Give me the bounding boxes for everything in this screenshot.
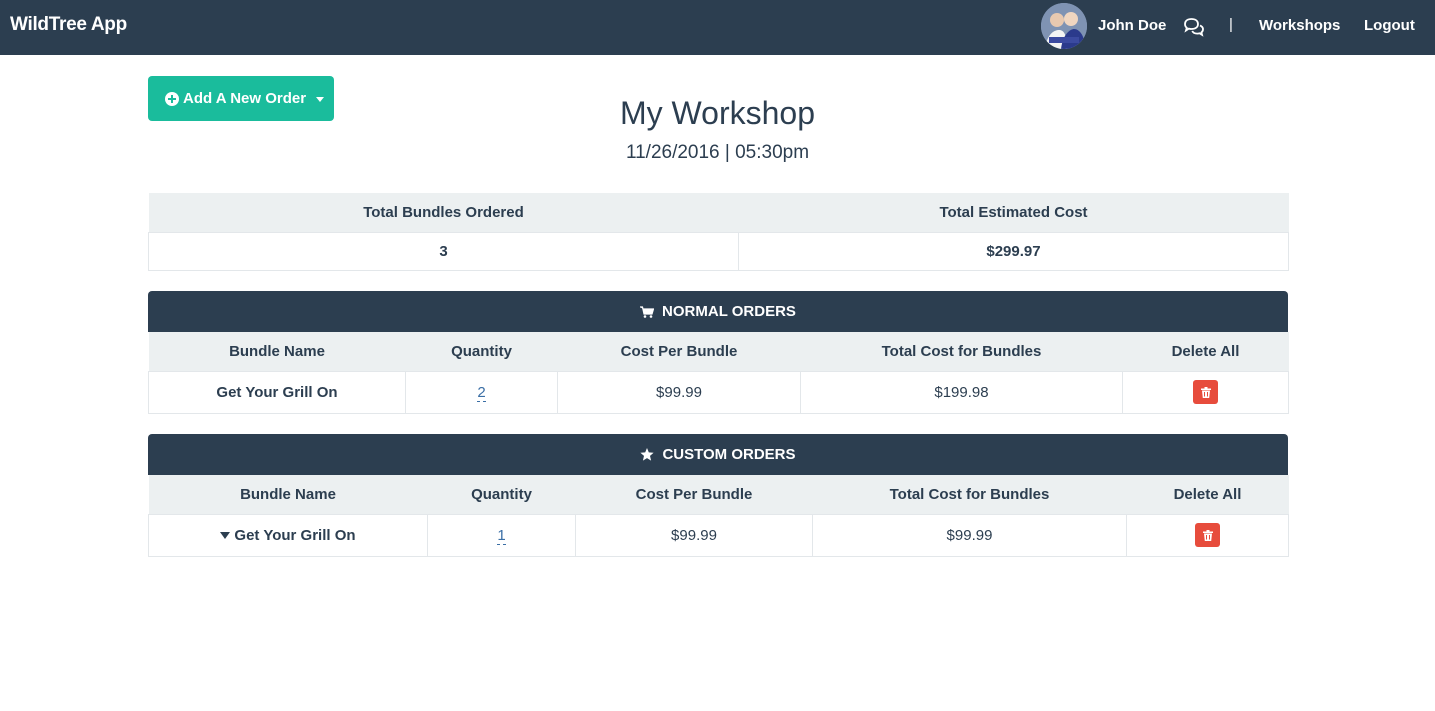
nav-workshops-link[interactable]: Workshops	[1259, 17, 1340, 34]
cost-per-bundle: $99.99	[557, 370, 801, 414]
page-subtitle: 11/26/2016 | 05:30pm	[625, 142, 810, 163]
total-bundles-value: 3	[148, 231, 739, 271]
expand-caret-icon[interactable]	[220, 532, 231, 540]
bundle-name-cell[interactable]: Get Your Grill On	[148, 513, 428, 557]
col-bundle-name: Bundle Name	[148, 332, 406, 371]
table-row: Get Your Grill On 2 $99.99 $199.98	[148, 370, 1289, 414]
col-quantity: Quantity	[427, 475, 576, 514]
summary-table: Total Bundles Ordered Total Estimated Co…	[148, 193, 1289, 271]
table-row: Get Your Grill On 1 $99.99 $99.99	[148, 513, 1289, 557]
col-delete-all: Delete All	[1126, 475, 1289, 514]
quantity-editable-link[interactable]: 1	[497, 526, 506, 545]
top-navbar: WildTree App John Doe | Workshops Logout	[0, 0, 1435, 55]
col-quantity: Quantity	[405, 332, 558, 371]
normal-orders-header: NORMAL ORDERS	[148, 291, 1288, 332]
col-bundle-name: Bundle Name	[148, 475, 428, 514]
bundle-name: Get Your Grill On	[234, 526, 356, 544]
delete-cell	[1126, 513, 1289, 557]
quantity-cell: 2	[405, 370, 558, 414]
bundle-name: Get Your Grill On	[148, 370, 406, 414]
normal-orders-table: Bundle Name Quantity Cost Per Bundle Tot…	[148, 332, 1289, 414]
user-name[interactable]: John Doe	[1098, 17, 1166, 34]
col-cost-per-bundle: Cost Per Bundle	[557, 332, 801, 371]
page-title: My Workshop	[619, 95, 815, 131]
trash-icon	[1200, 386, 1211, 398]
star-icon	[640, 448, 655, 461]
nav-separator: |	[1229, 16, 1233, 33]
col-delete-all: Delete All	[1122, 332, 1289, 371]
col-cost-per-bundle: Cost Per Bundle	[575, 475, 813, 514]
user-avatar[interactable]	[1041, 3, 1087, 49]
normal-orders-title: NORMAL ORDERS	[662, 303, 796, 320]
custom-orders-table: Bundle Name Quantity Cost Per Bundle Tot…	[148, 475, 1289, 557]
col-total-cost: Total Cost for Bundles	[812, 475, 1127, 514]
cost-per-bundle: $99.99	[575, 513, 813, 557]
delete-button[interactable]	[1195, 523, 1220, 547]
chat-icon[interactable]	[1183, 17, 1205, 37]
col-total-cost: Total Cost for Bundles	[800, 332, 1123, 371]
custom-orders-title: CUSTOM ORDERS	[662, 446, 796, 463]
total-cost: $99.99	[812, 513, 1127, 557]
total-cost-value: $299.97	[738, 231, 1289, 271]
custom-orders-header-row: Bundle Name Quantity Cost Per Bundle Tot…	[148, 475, 1289, 514]
quantity-cell: 1	[427, 513, 576, 557]
delete-button[interactable]	[1193, 380, 1218, 404]
trash-icon	[1202, 529, 1213, 541]
normal-orders-header-row: Bundle Name Quantity Cost Per Bundle Tot…	[148, 332, 1289, 371]
app-brand[interactable]: WildTree App	[10, 14, 127, 36]
shopping-cart-icon	[640, 305, 655, 318]
summary-header-row: Total Bundles Ordered Total Estimated Co…	[148, 193, 1289, 232]
delete-cell	[1122, 370, 1289, 414]
summary-header-cost: Total Estimated Cost	[738, 193, 1289, 232]
total-cost: $199.98	[800, 370, 1123, 414]
quantity-editable-link[interactable]: 2	[477, 383, 486, 402]
summary-header-bundles: Total Bundles Ordered	[148, 193, 739, 232]
summary-value-row: 3 $299.97	[148, 231, 1289, 271]
custom-orders-header: CUSTOM ORDERS	[148, 434, 1288, 475]
nav-logout-link[interactable]: Logout	[1364, 17, 1415, 34]
